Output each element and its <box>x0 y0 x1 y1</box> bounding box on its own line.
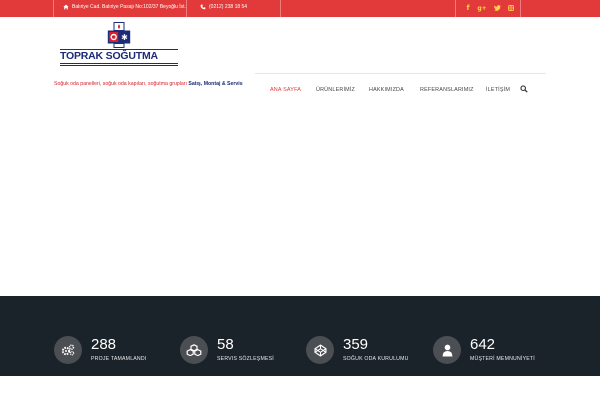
stats-section: 288 PROJE TAMAMLANDI 58 SERVIS SÖZLEŞMES… <box>0 296 600 376</box>
topbar-separator <box>520 0 521 17</box>
codepen-icon <box>306 336 334 364</box>
nav-item-home[interactable]: ANA SAYFA <box>270 87 301 93</box>
user-icon <box>433 336 461 364</box>
nav-item-references[interactable]: REFERANSLARIMIZ <box>420 87 474 93</box>
home-icon <box>63 4 69 10</box>
logo-emblem-icon: ✱ <box>107 22 131 48</box>
top-bar: Balıriye Cad. Balıriye Pasajı No:102/37 … <box>0 0 600 17</box>
header-divider <box>255 73 546 74</box>
facebook-icon[interactable]: f <box>463 3 473 13</box>
svg-text:✱: ✱ <box>121 33 128 42</box>
stat-label: SERVIS SÖZLEŞMESİ <box>217 356 274 362</box>
stat-value: 288 <box>91 336 117 353</box>
google-plus-icon[interactable]: g+ <box>477 3 487 13</box>
topbar-phone[interactable]: (0212) 238 18 54 <box>200 4 247 10</box>
tagline-products: Soğuk oda panelleri, soğuk oda kapıları,… <box>54 81 187 87</box>
site-logo[interactable]: ✱ TOPRAK SOĞUTMA <box>60 22 178 68</box>
nav-item-about[interactable]: HAKKIMIZDA <box>369 87 404 93</box>
topbar-address: Balıriye Cad. Balıriye Pasajı No:102/37 … <box>63 4 186 10</box>
site-tagline: Soğuk oda panelleri, soğuk oda kapıları,… <box>54 81 243 87</box>
stat-value: 642 <box>470 336 496 353</box>
stat-label: PROJE TAMAMLANDI <box>91 356 147 362</box>
phone-icon <box>200 4 206 10</box>
logo-title: TOPRAK SOĞUTMA <box>60 50 158 62</box>
stat-label: SOĞUK ODA KURULUMU <box>343 356 409 362</box>
cubes-icon <box>180 336 208 364</box>
topbar-separator <box>53 0 54 17</box>
gears-icon <box>54 336 82 364</box>
nav-item-contact[interactable]: İLETİŞİM <box>486 87 510 93</box>
address-text: Balıriye Cad. Balıriye Pasajı No:102/37 … <box>72 4 186 10</box>
logo-rule <box>60 65 178 66</box>
stat-value: 359 <box>343 336 369 353</box>
topbar-separator <box>280 0 281 17</box>
instagram-icon[interactable] <box>506 3 516 13</box>
stat-value: 58 <box>217 336 234 353</box>
tagline-services: Satış, Montaj & Servis <box>188 81 243 87</box>
search-icon[interactable] <box>520 85 528 93</box>
stat-label: MÜŞTERİ MEMNUNİYETİ <box>470 356 535 362</box>
topbar-separator <box>186 0 187 17</box>
topbar-separator <box>455 0 456 17</box>
phone-text: (0212) 238 18 54 <box>209 4 248 10</box>
nav-item-products[interactable]: ÜRÜNLERİMİZ <box>316 87 355 93</box>
logo-rule <box>60 63 178 64</box>
twitter-icon[interactable] <box>492 3 502 13</box>
